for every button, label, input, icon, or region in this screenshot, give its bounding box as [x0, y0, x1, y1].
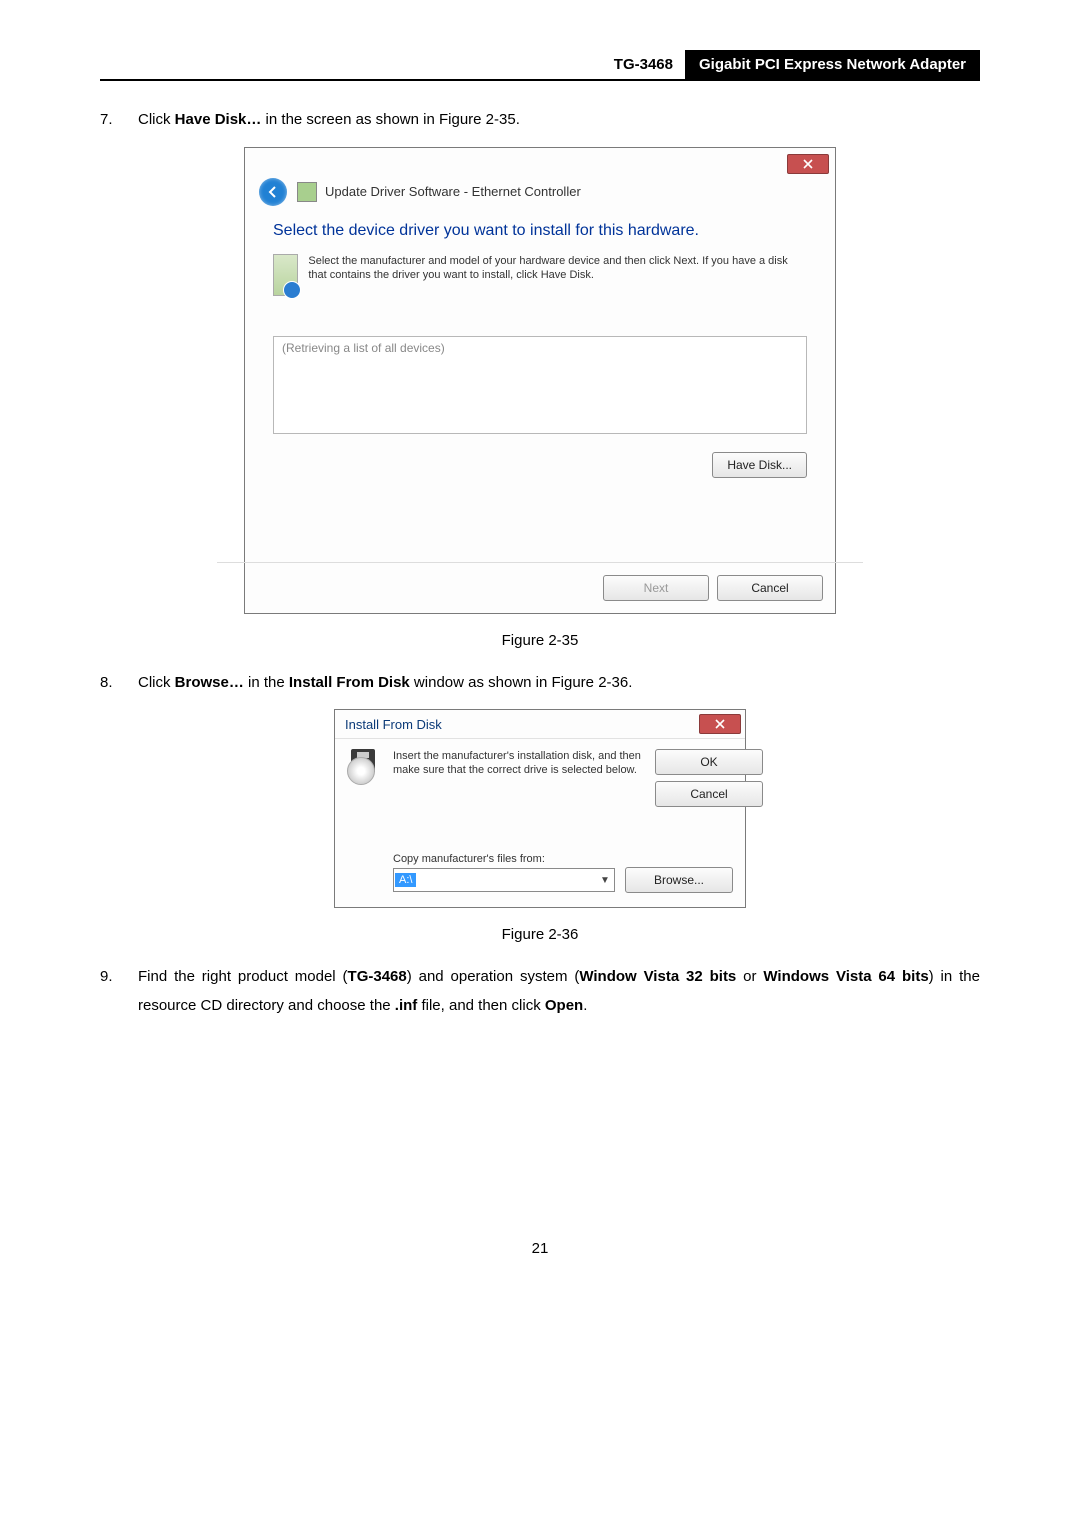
step-8-mid: in the — [244, 674, 289, 691]
back-icon[interactable] — [259, 178, 287, 206]
install-from-disk-dialog: Install From Disk Insert the manufacture… — [334, 709, 746, 908]
header-title: Gigabit PCI Express Network Adapter — [685, 50, 980, 79]
step-9-b4: .inf — [395, 997, 418, 1014]
step-9-text: Find the right product model (TG-3468) a… — [138, 963, 980, 1020]
chevron-down-icon[interactable]: ▼ — [596, 875, 614, 886]
step-7: 7. Click Have Disk… in the screen as sho… — [100, 106, 980, 135]
dialog1-window-title: Update Driver Software - Ethernet Contro… — [325, 184, 581, 199]
dialog1-heading: Select the device driver you want to ins… — [273, 222, 807, 240]
step-8-pre: Click — [138, 674, 175, 691]
next-button[interactable]: Next — [603, 575, 709, 601]
dialog2-message: Insert the manufacturer's installation d… — [393, 749, 645, 778]
step-9-b1: TG-3468 — [348, 968, 407, 985]
step-8: 8. Click Browse… in the Install From Dis… — [100, 669, 980, 698]
step-7-post: in the screen as shown in Figure 2-35. — [261, 111, 519, 128]
device-listbox[interactable]: (Retrieving a list of all devices) — [273, 336, 807, 434]
step-9-b3: Windows Vista 64 bits — [763, 968, 928, 985]
header-model: TG-3468 — [602, 50, 685, 79]
step-9-t6: . — [583, 997, 587, 1014]
ok-button[interactable]: OK — [655, 749, 763, 775]
close-icon[interactable] — [787, 154, 829, 174]
step-7-bold: Have Disk… — [175, 111, 262, 128]
step-9-b5: Open — [545, 997, 583, 1014]
step-9-t2: ) and operation system ( — [407, 968, 580, 985]
hardware-icon — [273, 254, 298, 296]
device-list-placeholder: (Retrieving a list of all devices) — [282, 341, 445, 355]
step-9-t5: file, and then click — [417, 997, 545, 1014]
figure-2-36: Install From Disk Insert the manufacture… — [100, 709, 980, 908]
step-8-post: window as shown in Figure 2-36. — [410, 674, 633, 691]
close-icon[interactable] — [699, 714, 741, 734]
copy-from-label: Copy manufacturer's files from: — [393, 853, 733, 865]
step-9-b2: Window Vista 32 bits — [579, 968, 736, 985]
page-number: 21 — [100, 1240, 980, 1257]
cancel-button[interactable]: Cancel — [655, 781, 763, 807]
step-9-number: 9. — [100, 963, 138, 1020]
step-8-bold2: Install From Disk — [289, 674, 410, 691]
disk-icon — [347, 749, 383, 785]
have-disk-button[interactable]: Have Disk... — [712, 452, 807, 478]
figure-2-35: Update Driver Software - Ethernet Contro… — [100, 147, 980, 614]
dialog2-title: Install From Disk — [345, 717, 442, 732]
copy-from-combobox[interactable]: A:\ ▼ — [393, 868, 615, 892]
step-9-t3: or — [736, 968, 763, 985]
step-7-text: Click Have Disk… in the screen as shown … — [138, 106, 980, 135]
update-driver-dialog: Update Driver Software - Ethernet Contro… — [244, 147, 836, 614]
step-8-text: Click Browse… in the Install From Disk w… — [138, 669, 980, 698]
copy-from-value: A:\ — [395, 873, 416, 887]
step-9-t1: Find the right product model ( — [138, 968, 348, 985]
step-7-number: 7. — [100, 106, 138, 135]
step-7-pre: Click — [138, 111, 175, 128]
device-icon — [297, 182, 317, 202]
page-header: TG-3468 Gigabit PCI Express Network Adap… — [100, 50, 980, 81]
cancel-button[interactable]: Cancel — [717, 575, 823, 601]
dialog1-info-text: Select the manufacturer and model of you… — [308, 254, 807, 284]
step-8-bold1: Browse… — [175, 674, 244, 691]
figure-2-36-caption: Figure 2-36 — [100, 926, 980, 943]
figure-2-35-caption: Figure 2-35 — [100, 632, 980, 649]
step-9: 9. Find the right product model (TG-3468… — [100, 963, 980, 1020]
browse-button[interactable]: Browse... — [625, 867, 733, 893]
step-8-number: 8. — [100, 669, 138, 698]
